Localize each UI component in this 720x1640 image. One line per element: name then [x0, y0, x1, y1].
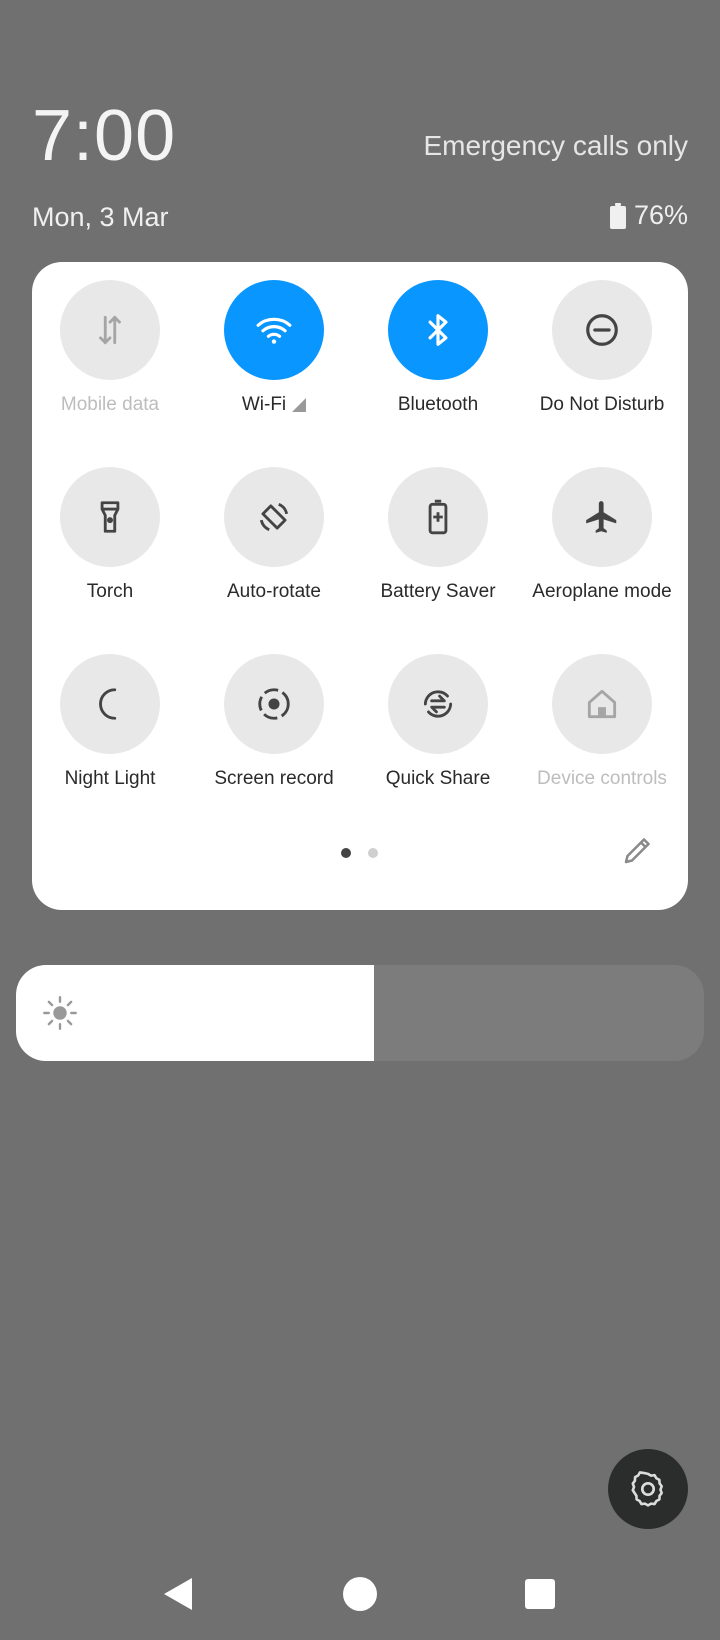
tile-label: Auto-rotate	[227, 581, 321, 602]
wifi-icon	[256, 317, 292, 344]
quick-share-icon	[423, 690, 453, 718]
tile-label: Wi-Fi	[241, 394, 287, 415]
tile-quick-share[interactable]: Quick Share	[356, 654, 520, 790]
quick-settings-panel: Mobile data Wi-Fi Bluetooth Do Not Distu	[32, 262, 688, 910]
battery-saver-icon	[428, 499, 448, 535]
tile-night-light[interactable]: Night Light	[28, 654, 192, 790]
tile-label: Mobile data	[60, 394, 160, 415]
torch-icon	[100, 501, 120, 533]
tile-label: Bluetooth	[397, 394, 479, 415]
tile-label: Screen record	[214, 768, 334, 789]
tile-label: Night Light	[64, 768, 156, 789]
tile-label: Quick Share	[385, 768, 491, 789]
brightness-slider[interactable]	[16, 965, 704, 1061]
tile-label: Torch	[86, 581, 134, 602]
tile-wifi[interactable]: Wi-Fi	[192, 280, 356, 416]
auto-rotate-icon	[259, 503, 289, 531]
page-dot-2[interactable]	[368, 848, 378, 858]
tile-bluetooth[interactable]: Bluetooth	[356, 280, 520, 416]
brightness-sun-icon	[43, 996, 77, 1030]
edit-pencil-icon[interactable]	[620, 832, 656, 868]
signal-icon	[292, 398, 307, 412]
settings-button[interactable]	[608, 1449, 688, 1529]
tile-label: Aeroplane mode	[532, 581, 672, 602]
tile-mobile-data[interactable]: Mobile data	[28, 280, 192, 416]
page-indicator	[341, 848, 378, 858]
mobile-data-icon	[99, 315, 121, 345]
navigation-bar	[0, 1560, 720, 1630]
tile-auto-rotate[interactable]: Auto-rotate	[192, 467, 356, 603]
bluetooth-icon	[428, 314, 448, 346]
gear-icon	[631, 1471, 663, 1507]
clock[interactable]: 7:00	[32, 100, 176, 172]
recents-icon[interactable]	[518, 1572, 562, 1616]
do-not-disturb-icon	[586, 314, 618, 346]
night-light-icon	[99, 688, 117, 720]
tile-do-not-disturb[interactable]: Do Not Disturb	[520, 280, 684, 416]
tile-label: Do Not Disturb	[539, 394, 665, 415]
tile-label: Battery Saver	[380, 581, 496, 602]
tile-screen-record[interactable]: Screen record	[192, 654, 356, 790]
tile-device-controls[interactable]: Device controls	[520, 654, 684, 790]
page-dot-1[interactable]	[341, 848, 351, 858]
tile-torch[interactable]: Torch	[28, 467, 192, 603]
battery-status: 76%	[609, 200, 688, 231]
tile-label: Device controls	[537, 768, 667, 789]
home-icon[interactable]	[338, 1572, 382, 1616]
tile-battery-saver[interactable]: Battery Saver	[356, 467, 520, 603]
device-controls-icon	[587, 689, 617, 719]
battery-icon	[609, 202, 626, 229]
date[interactable]: Mon, 3 Mar	[32, 202, 169, 233]
battery-percent: 76%	[633, 200, 688, 230]
back-icon[interactable]	[158, 1572, 202, 1616]
network-status: Emergency calls only	[423, 130, 688, 161]
aeroplane-icon	[586, 501, 617, 533]
tile-aeroplane-mode[interactable]: Aeroplane mode	[520, 467, 684, 603]
screen-record-icon	[258, 688, 290, 720]
